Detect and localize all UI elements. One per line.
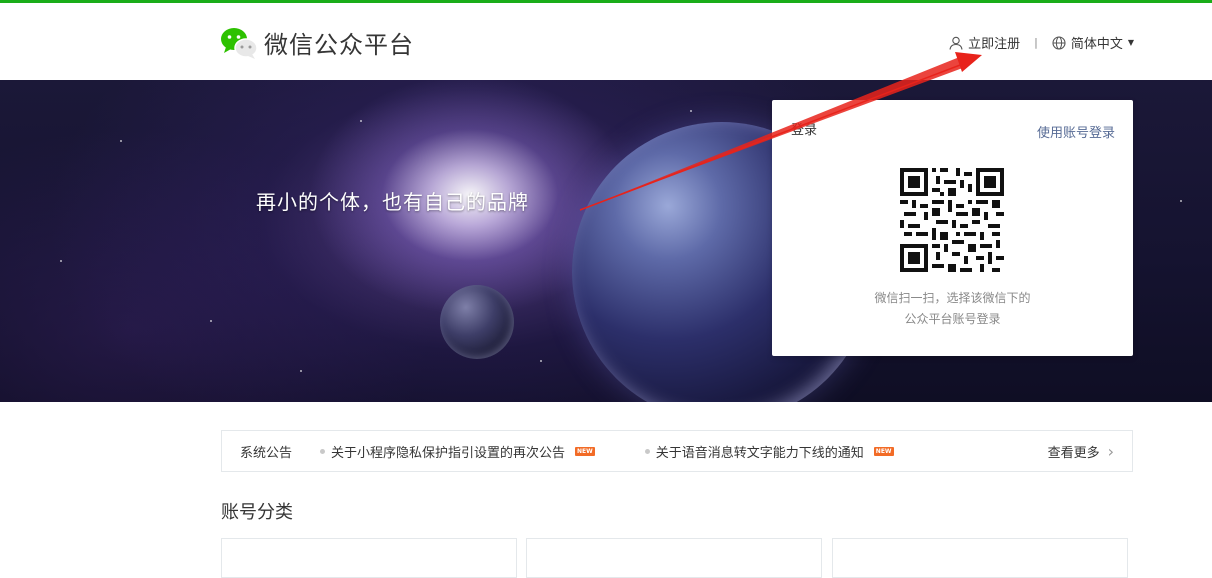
login-card: 登录 使用账号登录 微信扫一扫，选择该微信下的 公众平台账号登录	[772, 100, 1133, 356]
moon-image	[440, 285, 514, 359]
new-badge: NEW	[873, 446, 894, 456]
account-category-title: 账号分类	[221, 502, 293, 523]
category-card[interactable]	[221, 538, 517, 578]
chevron-right-icon: ›	[1107, 441, 1114, 461]
header-actions: 立即注册 | 简体中文 ▼	[949, 33, 1134, 52]
new-badge: NEW	[575, 446, 595, 456]
banner-slogan: 再小的个体，也有自己的品牌	[256, 190, 529, 214]
register-label: 立即注册	[968, 37, 1021, 52]
notice-item[interactable]: 关于语音消息转文字能力下线的通知 NEW	[644, 442, 894, 461]
notice-item[interactable]: 关于小程序隐私保护指引设置的再次公告 NEW	[320, 442, 595, 461]
site-title: 微信公众平台	[264, 31, 414, 59]
user-icon	[949, 36, 963, 50]
login-tip: 微信扫一扫，选择该微信下的 公众平台账号登录	[772, 288, 1133, 330]
category-card[interactable]	[526, 538, 822, 578]
language-label: 简体中文	[1070, 37, 1123, 52]
login-title: 登录	[791, 123, 818, 138]
logo[interactable]: 微信公众平台	[220, 25, 414, 60]
register-link[interactable]: 立即注册	[949, 33, 1020, 52]
header: 微信公众平台 立即注册 | 简体中文 ▼	[0, 3, 1212, 80]
category-card[interactable]	[832, 538, 1128, 578]
notice-item-text: 关于小程序隐私保护指引设置的再次公告	[331, 445, 566, 461]
system-notice-bar: 系统公告 关于小程序隐私保护指引设置的再次公告 NEW 关于语音消息转文字能力下…	[221, 430, 1133, 472]
language-selector[interactable]: 简体中文 ▼	[1052, 33, 1134, 52]
caret-down-icon: ▼	[1127, 38, 1134, 47]
globe-icon	[1052, 35, 1066, 50]
bullet-dot-icon	[644, 448, 650, 454]
view-more-link[interactable]: 查看更多 ›	[1048, 442, 1114, 461]
account-login-link[interactable]: 使用账号登录	[1037, 122, 1115, 141]
login-tip-line1: 微信扫一扫，选择该微信下的	[874, 291, 1031, 305]
notice-label: 系统公告	[240, 445, 293, 461]
wechat-logo-icon	[220, 26, 258, 60]
view-more-label: 查看更多	[1047, 445, 1100, 461]
qr-code-icon	[900, 168, 1004, 272]
account-category-list	[221, 538, 1133, 578]
bullet-dot-icon	[320, 448, 326, 454]
login-tip-line2: 公众平台账号登录	[904, 312, 1001, 326]
notice-item-text: 关于语音消息转文字能力下线的通知	[655, 445, 864, 461]
header-separator: |	[1034, 36, 1038, 49]
